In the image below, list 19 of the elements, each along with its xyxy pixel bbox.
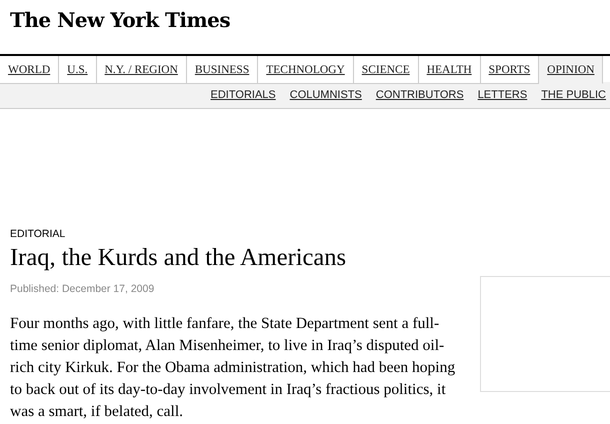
publish-date: Published: December 17, 2009 [10,282,156,297]
subnav-link[interactable]: EDITORIALS [210,86,276,104]
logo[interactable]: The New York Times [0,0,610,54]
article-paragraph: Four months ago, with little fanfare, the State Department sent a full-time senior diplomat, Alan Misenheimer, to live in Iraq’s disputed oil-rich city Kirkuk. For the Obama administration, which had been hoping to back out of its day-to-day involvement in Iraq’s fractious politics, it was a smart, if belated, call. [10,314,456,422]
subnav-link[interactable]: THE PUBLIC [541,86,606,104]
section-tab[interactable]: OPINION [539,56,604,84]
subnav-link[interactable]: COLUMNISTS [290,86,362,104]
section-tab[interactable]: N.Y. / REGION [96,56,187,84]
section-tab[interactable]: HEALTH [418,56,481,84]
section-tab[interactable]: U.S. [59,56,97,84]
subnav-link[interactable]: CONTRIBUTORS [376,86,464,104]
headline: Iraq, the Kurds and the Americans [10,244,348,272]
section-tab[interactable]: TECHNOLOGY [258,56,354,84]
subnav-link[interactable]: LETTERS [478,86,528,104]
section-tab[interactable]: BUSINESS [186,56,258,84]
section-tab[interactable]: WORLD [0,56,60,84]
section-tab[interactable]: SPORTS [480,56,540,84]
section-tab[interactable]: SCIENCE [354,56,419,84]
kicker: EDITORIAL [10,227,66,242]
